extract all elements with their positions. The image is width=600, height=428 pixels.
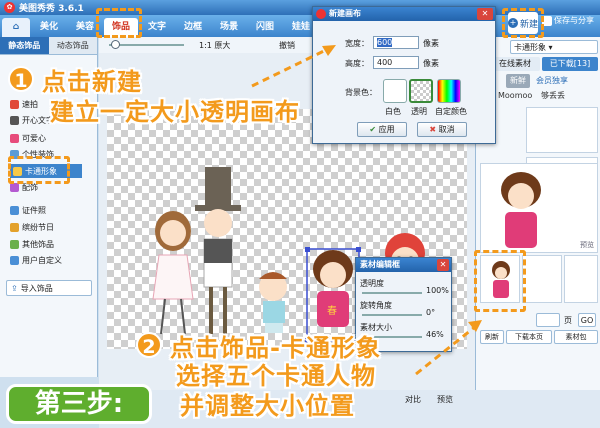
category-custom[interactable]: 用户自定义 bbox=[10, 253, 62, 267]
bg-color-label: 背景色： bbox=[345, 88, 377, 97]
width-unit: 像素 bbox=[423, 39, 439, 48]
highlight-cartoon-category bbox=[8, 156, 70, 184]
tab-online-material[interactable]: 在线素材 bbox=[490, 57, 540, 71]
custom-color-swatch[interactable] bbox=[437, 79, 461, 103]
tab-downloaded[interactable]: 已下载[13] bbox=[542, 57, 598, 71]
material-thumbnail[interactable] bbox=[564, 255, 598, 303]
other-icon bbox=[10, 239, 19, 249]
rotate-label: 旋转角度 bbox=[360, 301, 392, 310]
tab-animated-accessories[interactable]: 动态饰品 bbox=[48, 37, 97, 55]
material-thumbnail[interactable] bbox=[522, 255, 562, 303]
dialog-title: 新建画布 bbox=[329, 9, 361, 18]
tab-frame[interactable]: 边框 bbox=[176, 18, 210, 37]
app-logo-icon: ✿ bbox=[4, 2, 15, 13]
close-icon[interactable]: ✕ bbox=[477, 8, 493, 20]
save-share-label: 保存与分享 bbox=[554, 16, 594, 25]
rotate-slider[interactable] bbox=[362, 314, 422, 316]
category-dropdown[interactable]: 卡通形象 ▾ bbox=[510, 40, 598, 54]
step-2-line-3: 并调整大小位置 bbox=[180, 392, 355, 420]
step-3-badge: 第三步: bbox=[6, 384, 152, 424]
highlight-new-button bbox=[502, 8, 544, 38]
height-field[interactable]: 400 bbox=[373, 56, 419, 69]
material-preview: 预览 bbox=[480, 163, 598, 253]
preview-label: 预览 bbox=[580, 241, 594, 249]
undo-button[interactable]: 撤销 bbox=[279, 40, 295, 51]
height-label: 高度： bbox=[345, 59, 369, 68]
refresh-button[interactable]: 刷新 bbox=[480, 330, 504, 344]
festival-icon bbox=[10, 222, 19, 232]
tab-flash[interactable]: 闪图 bbox=[248, 18, 282, 37]
close-icon[interactable]: ✕ bbox=[437, 259, 449, 271]
custom-color-label: 自定颜色 bbox=[435, 107, 467, 116]
category-id-photo[interactable]: 证件照 bbox=[10, 203, 46, 217]
quick-shot-icon bbox=[10, 99, 19, 109]
category-other[interactable]: 其他饰品 bbox=[10, 237, 54, 251]
svg-text:春: 春 bbox=[327, 305, 337, 317]
transparent-label: 透明 bbox=[411, 107, 427, 116]
preview-button[interactable]: 预览 bbox=[437, 394, 453, 405]
apply-button[interactable]: ✔ 应用 bbox=[357, 122, 407, 137]
filter-moomoo[interactable]: Moomoo bbox=[498, 89, 532, 103]
filter-gouduodiu[interactable]: 够丢丢 bbox=[536, 89, 570, 103]
tab-scene[interactable]: 场景 bbox=[212, 18, 246, 37]
cartoon-small-boy[interactable] bbox=[259, 272, 287, 333]
opacity-label: 透明度 bbox=[360, 279, 384, 288]
rotate-value: 0° bbox=[426, 308, 436, 317]
tab-beautify[interactable]: 美化 bbox=[32, 18, 66, 37]
cartoon-boy-hat[interactable] bbox=[195, 167, 241, 334]
width-label: 宽度： bbox=[345, 39, 369, 48]
tab-static-accessories[interactable]: 静态饰品 bbox=[0, 37, 49, 55]
category-happy-text[interactable]: 开心文字 bbox=[10, 113, 54, 127]
page-input[interactable] bbox=[536, 313, 560, 327]
tab-text[interactable]: 文字 bbox=[140, 18, 174, 37]
id-photo-icon bbox=[10, 205, 19, 215]
highlight-material-thumb bbox=[474, 250, 526, 312]
check-icon: ✔ bbox=[369, 125, 377, 134]
step-1-line-2: 建立一定大小透明画布 bbox=[50, 98, 300, 126]
material-thumbnail[interactable] bbox=[526, 107, 598, 153]
opacity-slider[interactable] bbox=[362, 292, 422, 294]
import-icon: ⇪ bbox=[11, 283, 18, 293]
transparent-swatch[interactable] bbox=[409, 79, 433, 103]
opacity-value: 100% bbox=[426, 286, 449, 295]
home-tab[interactable]: ⌂ bbox=[2, 18, 30, 37]
zoom-slider-knob[interactable] bbox=[111, 40, 120, 49]
cartoon-girl-1[interactable] bbox=[152, 211, 194, 335]
material-dialog-title: 素材编辑框 bbox=[360, 260, 400, 269]
heart-icon bbox=[10, 133, 19, 143]
save-share-button[interactable]: 保存与分享 bbox=[542, 15, 594, 26]
cancel-icon: ✖ bbox=[429, 125, 437, 134]
dialog-logo-icon bbox=[316, 9, 326, 19]
width-field[interactable]: 600 bbox=[373, 36, 419, 49]
page-label: 页 bbox=[564, 316, 572, 325]
custom-icon bbox=[10, 255, 19, 265]
material-pack-button[interactable]: 素材包 bbox=[554, 330, 598, 344]
app-title: 美图秀秀 3.6.1 bbox=[19, 4, 84, 14]
step-2-badge: 2 bbox=[136, 332, 162, 358]
import-accessory-button[interactable]: ⇪ 导入饰品 bbox=[6, 280, 92, 296]
filter-vip[interactable]: 会员独享 bbox=[534, 74, 570, 88]
compare-button[interactable]: 对比 bbox=[405, 394, 421, 405]
zoom-label[interactable]: 1:1 原大 bbox=[199, 40, 230, 51]
category-festival[interactable]: 缤纷节日 bbox=[10, 220, 54, 234]
zoom-slider[interactable] bbox=[109, 44, 184, 46]
white-swatch[interactable] bbox=[383, 79, 407, 103]
cancel-button[interactable]: ✖ 取消 bbox=[417, 122, 467, 137]
highlight-accessory-tab bbox=[96, 8, 142, 38]
category-quick-shot[interactable]: 速拍 bbox=[10, 97, 38, 111]
size-value: 46% bbox=[426, 330, 444, 339]
go-button[interactable]: GO bbox=[578, 313, 596, 327]
text-icon bbox=[10, 115, 19, 125]
step-1-badge: 1 bbox=[8, 66, 34, 92]
category-cute-heart[interactable]: 可爱心 bbox=[10, 131, 46, 145]
white-label: 白色 bbox=[385, 107, 401, 116]
height-unit: 像素 bbox=[423, 59, 439, 68]
new-canvas-dialog: 新建画布 ✕ 宽度： 600 像素 高度： 400 像素 背景色： 白色 透明 … bbox=[312, 6, 496, 144]
download-page-button[interactable]: 下载本页 bbox=[506, 330, 552, 344]
filter-fresh[interactable]: 新鲜 bbox=[506, 74, 530, 88]
